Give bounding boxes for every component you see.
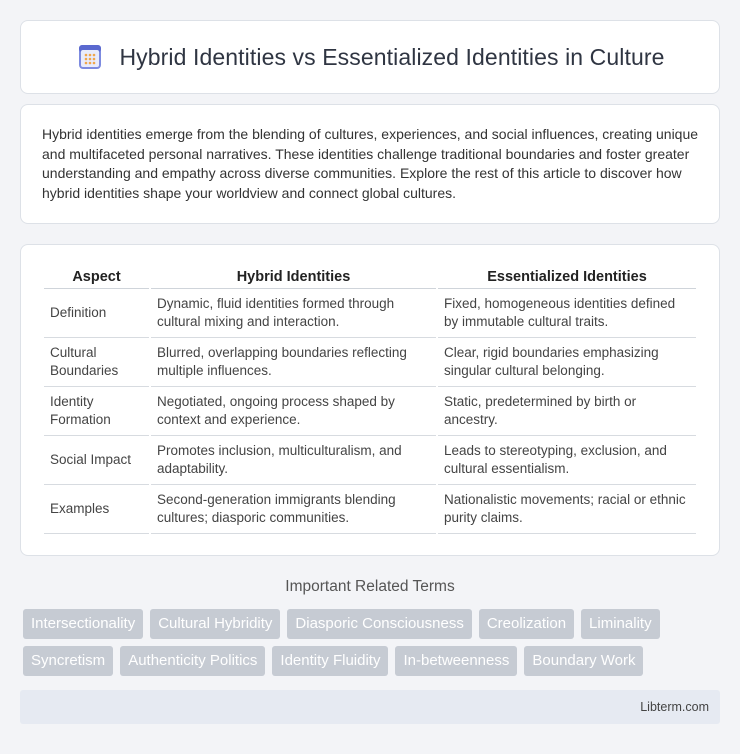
- hybrid-cell: Negotiated, ongoing process shaped by co…: [151, 387, 436, 436]
- essentialized-cell: Static, predetermined by birth or ancest…: [438, 387, 696, 436]
- hybrid-cell: Promotes inclusion, multiculturalism, an…: [151, 436, 436, 485]
- essentialized-cell: Leads to stereotyping, exclusion, and cu…: [438, 436, 696, 485]
- essentialized-cell: Fixed, homogeneous identities defined by…: [438, 289, 696, 338]
- tag-identity-fluidity[interactable]: Identity Fluidity: [272, 646, 389, 676]
- intro-card: Hybrid identities emerge from the blendi…: [20, 104, 720, 224]
- hybrid-cell: Dynamic, fluid identities formed through…: [151, 289, 436, 338]
- hybrid-cell: Blurred, overlapping boundaries reflecti…: [151, 338, 436, 387]
- footer-site-link[interactable]: Libterm.com: [640, 700, 709, 714]
- tag-in-betweenness[interactable]: In-betweenness: [395, 646, 518, 676]
- table-row: Social Impact Promotes inclusion, multic…: [44, 436, 696, 485]
- tag-cultural-hybridity[interactable]: Cultural Hybridity: [150, 609, 281, 639]
- aspect-cell: Definition: [44, 289, 149, 338]
- intro-text: Hybrid identities emerge from the blendi…: [42, 126, 699, 201]
- table-row: Definition Dynamic, fluid identities for…: [44, 289, 696, 338]
- page-title: Hybrid Identities vs Essentialized Ident…: [119, 43, 665, 70]
- essentialized-cell: Clear, rigid boundaries emphasizing sing…: [438, 338, 696, 387]
- hybrid-cell: Second-generation immigrants blending cu…: [151, 485, 436, 534]
- column-header-hybrid: Hybrid Identities: [151, 265, 436, 289]
- related-terms-title: Important Related Terms: [285, 578, 455, 595]
- tag-liminality[interactable]: Liminality: [581, 609, 660, 639]
- table-row: Cultural Boundaries Blurred, overlapping…: [44, 338, 696, 387]
- tag-intersectionality[interactable]: Intersectionality: [23, 609, 144, 639]
- comparison-table: Aspect Hybrid Identities Essentialized I…: [42, 265, 698, 534]
- tag-boundary-work[interactable]: Boundary Work: [524, 646, 644, 676]
- table-row: Examples Second-generation immigrants bl…: [44, 485, 696, 534]
- column-header-essentialized: Essentialized Identities: [438, 265, 696, 289]
- tag-syncretism[interactable]: Syncretism: [23, 646, 114, 676]
- column-header-aspect: Aspect: [44, 265, 149, 289]
- tag-authenticity-politics[interactable]: Authenticity Politics: [120, 646, 266, 676]
- comparison-card: Aspect Hybrid Identities Essentialized I…: [20, 244, 720, 556]
- related-terms-list: Intersectionality Cultural Hybridity Dia…: [23, 609, 723, 676]
- tag-diasporic-consciousness[interactable]: Diasporic Consciousness: [287, 609, 472, 639]
- table-row: Identity Formation Negotiated, ongoing p…: [44, 387, 696, 436]
- header-card: Hybrid Identities vs Essentialized Ident…: [20, 20, 720, 94]
- essentialized-cell: Nationalistic movements; racial or ethni…: [438, 485, 696, 534]
- document-grid-icon: [79, 45, 102, 69]
- header: Hybrid Identities vs Essentialized Ident…: [75, 42, 664, 72]
- table-header-row: Aspect Hybrid Identities Essentialized I…: [44, 265, 696, 289]
- aspect-cell: Cultural Boundaries: [44, 338, 149, 387]
- aspect-cell: Identity Formation: [44, 387, 149, 436]
- aspect-cell: Examples: [44, 485, 149, 534]
- footer: Libterm.com: [20, 690, 720, 724]
- tag-creolization[interactable]: Creolization: [478, 609, 575, 639]
- aspect-cell: Social Impact: [44, 436, 149, 485]
